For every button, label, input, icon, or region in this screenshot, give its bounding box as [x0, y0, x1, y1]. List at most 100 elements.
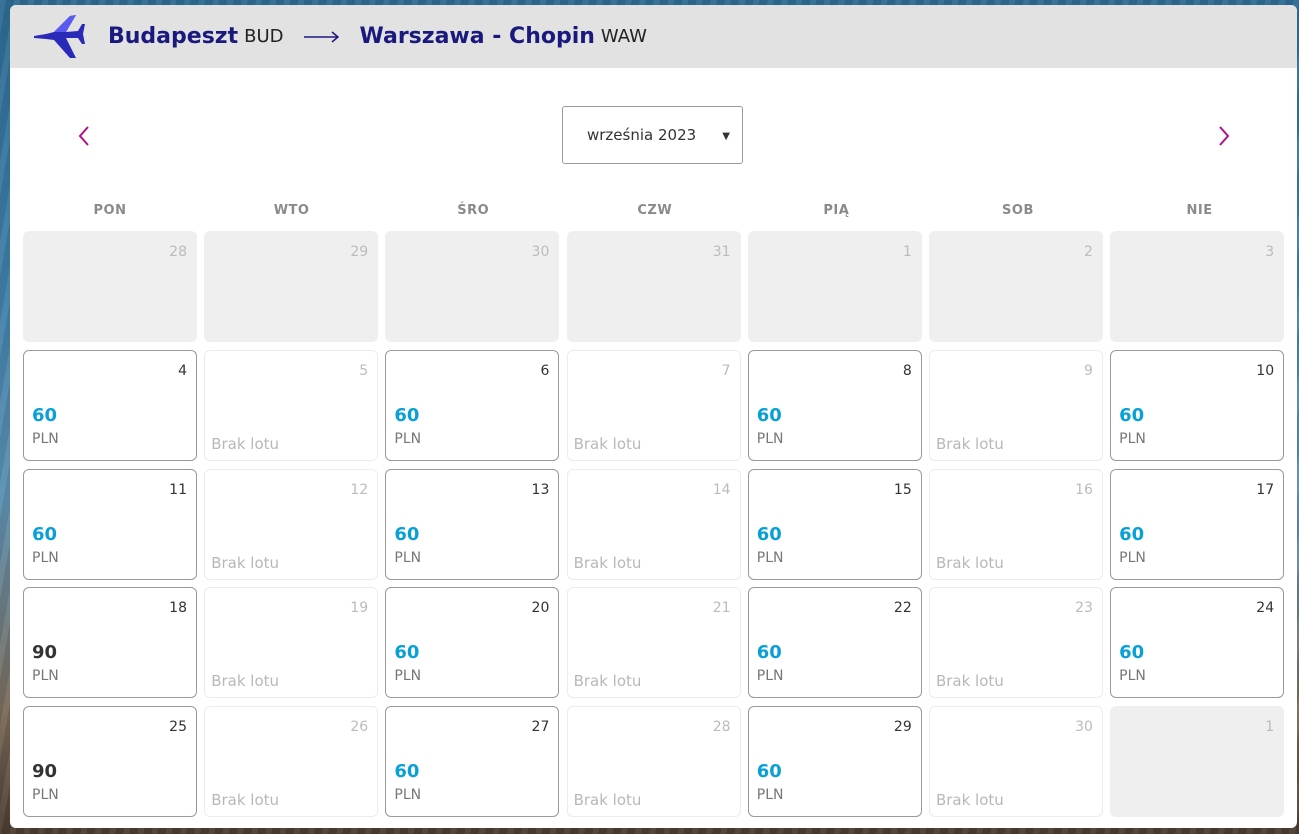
- calendar-day-cell: 26 Brak lotu: [204, 706, 379, 818]
- calendar-day-cell[interactable]: 4 60 PLN: [23, 349, 197, 461]
- day-number: 9: [1084, 362, 1093, 379]
- calendar-day-cell: 30: [385, 231, 560, 342]
- month-select[interactable]: września 2023 ▼: [562, 106, 743, 164]
- day-number: 16: [1075, 481, 1093, 498]
- fare-currency: PLN: [394, 549, 422, 566]
- fare-currency: PLN: [1119, 549, 1146, 566]
- calendar-day-cell: 12 Brak lotu: [204, 468, 379, 580]
- calendar-day-cell[interactable]: 17 60 PLN: [1110, 468, 1285, 580]
- fare-price: 60: [756, 761, 782, 783]
- day-number: 30: [1075, 719, 1093, 736]
- calendar-day-cell: 16 Brak lotu: [928, 468, 1103, 580]
- dest-city: Warszawa - Chopin: [359, 24, 595, 49]
- fare-price: 60: [1119, 642, 1145, 664]
- day-number: 28: [169, 244, 187, 260]
- calendar-day-cell[interactable]: 27 60 PLN: [385, 706, 560, 818]
- day-number: 8: [902, 362, 912, 379]
- weekday-label: PIĄ: [823, 203, 850, 218]
- day-number: 23: [1075, 600, 1093, 617]
- calendar-day-cell: 1: [1110, 706, 1285, 818]
- calendar-day-cell: 28: [23, 231, 197, 342]
- day-number: 30: [531, 244, 550, 260]
- calendar-day-cell: 9 Brak lotu: [928, 349, 1103, 461]
- calendar-day-cell[interactable]: 20 60 PLN: [385, 587, 560, 699]
- fare-currency: PLN: [756, 430, 784, 447]
- route-header: Budapeszt BUD Warszawa - Chopin WAW: [10, 5, 1297, 68]
- calendar-day-cell[interactable]: 10 60 PLN: [1110, 349, 1285, 461]
- chevron-right-icon[interactable]: [1211, 122, 1235, 150]
- plane-icon: [34, 14, 85, 58]
- no-flight-label: Brak lotu: [935, 434, 1004, 453]
- no-flight-label: Brak lotu: [573, 553, 642, 572]
- day-number: 6: [540, 362, 550, 379]
- calendar-day-cell[interactable]: 15 60 PLN: [747, 468, 922, 580]
- weekday-label: SOB: [1002, 203, 1034, 218]
- day-number: 24: [1256, 600, 1275, 617]
- fare-currency: PLN: [32, 430, 59, 447]
- origin-city: Budapeszt: [108, 24, 239, 49]
- arrow-right-icon: [303, 30, 339, 43]
- day-number: 26: [350, 719, 369, 736]
- day-number: 12: [350, 481, 369, 498]
- fare-currency: PLN: [394, 430, 422, 447]
- no-flight-label: Brak lotu: [211, 553, 280, 572]
- day-number: 25: [169, 719, 187, 736]
- calendar-day-cell[interactable]: 8 60 PLN: [747, 349, 922, 461]
- day-number: 20: [531, 600, 550, 617]
- fare-price: 90: [32, 642, 58, 664]
- no-flight-label: Brak lotu: [211, 791, 280, 810]
- calendar-day-cell[interactable]: 29 60 PLN: [747, 706, 922, 818]
- fare-price: 60: [756, 642, 782, 664]
- flight-calendar-modal: Budapeszt BUD Warszawa - Chopin WAW wrze…: [10, 5, 1297, 828]
- no-flight-label: Brak lotu: [573, 791, 642, 810]
- fare-currency: PLN: [756, 668, 784, 685]
- fare-price: 60: [32, 404, 58, 426]
- no-flight-label: Brak lotu: [211, 672, 280, 691]
- weekday-label: ŚRO: [457, 203, 490, 218]
- calendar-day-cell[interactable]: 22 60 PLN: [747, 587, 922, 699]
- day-number: 17: [1256, 481, 1275, 498]
- fare-price: 60: [394, 642, 420, 664]
- calendar-day-cell[interactable]: 24 60 PLN: [1110, 587, 1285, 699]
- fare-price: 60: [394, 404, 420, 426]
- fare-currency: PLN: [32, 549, 59, 566]
- route-text: Budapeszt BUD Warszawa - Chopin WAW: [108, 24, 647, 49]
- no-flight-label: Brak lotu: [573, 434, 642, 453]
- fare-price: 60: [1119, 523, 1145, 545]
- day-number: 1: [1265, 719, 1275, 736]
- day-number: 28: [712, 719, 731, 736]
- fare-currency: PLN: [394, 787, 422, 804]
- day-number: 31: [712, 244, 731, 260]
- calendar-day-cell[interactable]: 18 90 PLN: [23, 587, 197, 699]
- calendar-day-cell[interactable]: 11 60 PLN: [23, 468, 197, 580]
- day-number: 19: [350, 600, 369, 617]
- day-number: 18: [169, 600, 187, 617]
- fare-price: 60: [756, 523, 782, 545]
- calendar-day-cell[interactable]: 13 60 PLN: [385, 468, 560, 580]
- calendar-day-cell: 3: [1110, 231, 1285, 342]
- chevron-left-icon[interactable]: [73, 122, 97, 150]
- calendar-day-cell: 2: [928, 231, 1103, 342]
- origin-code: BUD: [244, 26, 284, 47]
- calendar-day-cell: 14 Brak lotu: [566, 468, 741, 580]
- fare-currency: PLN: [1119, 430, 1146, 447]
- fare-price: 60: [394, 761, 420, 783]
- fare-currency: PLN: [756, 549, 784, 566]
- calendar-day-cell[interactable]: 6 60 PLN: [385, 349, 560, 461]
- fare-currency: PLN: [756, 787, 784, 804]
- calendar-day-cell[interactable]: 25 90 PLN: [23, 706, 197, 818]
- fare-price: 60: [756, 404, 782, 426]
- fare-currency: PLN: [394, 668, 422, 685]
- calendar-grid: 28 29 30 31 1 2 3 4 60 PLN 5 Brak lotu 6 60 PLN 7 Brak l…: [23, 231, 1285, 818]
- fare-currency: PLN: [1119, 668, 1146, 685]
- calendar-day-cell: 5 Brak lotu: [204, 349, 379, 461]
- weekday-label: NIE: [1186, 203, 1213, 218]
- month-select-value: września 2023: [587, 126, 697, 144]
- no-flight-label: Brak lotu: [935, 672, 1004, 691]
- no-flight-label: Brak lotu: [935, 791, 1004, 810]
- fare-price: 90: [32, 761, 58, 783]
- weekday-label: CZW: [637, 203, 673, 218]
- fare-price: 60: [32, 523, 58, 545]
- month-navigation: września 2023 ▼: [10, 68, 1297, 208]
- day-number: 21: [712, 600, 731, 617]
